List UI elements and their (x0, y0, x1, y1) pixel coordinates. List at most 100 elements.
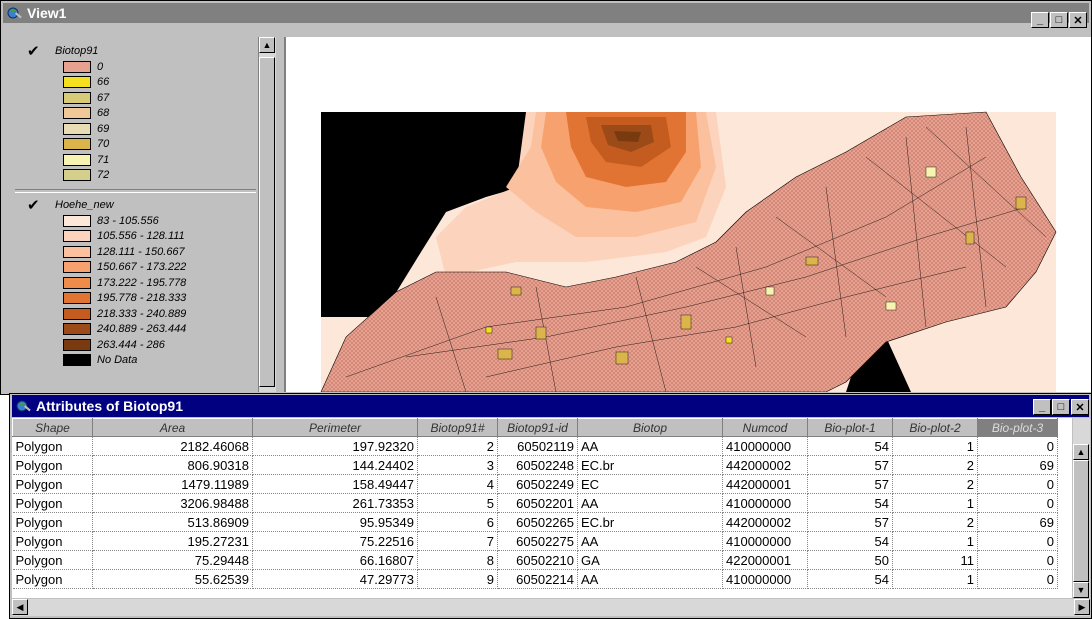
table-cell[interactable]: Polygon (12, 455, 93, 475)
table-cell[interactable]: EC.br (577, 512, 723, 532)
table-cell[interactable]: 60502249 (497, 474, 578, 494)
scroll-up-icon[interactable]: ▲ (1073, 444, 1089, 460)
column-header[interactable]: Numcod (722, 418, 808, 437)
table-cell[interactable]: 2 (892, 455, 978, 475)
table-row[interactable]: Polygon 75.29448 66.16807 8 60502210 GA 422000… (12, 550, 1058, 570)
table-cell[interactable]: AA (577, 436, 723, 456)
table-cell[interactable]: 60502210 (497, 550, 578, 570)
table-cell[interactable]: 60502275 (497, 531, 578, 551)
column-header[interactable]: Shape (12, 418, 93, 437)
table-cell[interactable]: 57 (807, 474, 893, 494)
table-cell[interactable]: 54 (807, 493, 893, 513)
table-cell[interactable]: Polygon (12, 436, 93, 456)
table-cell[interactable]: 50 (807, 550, 893, 570)
table-row[interactable]: Polygon 195.27231 75.22516 7 60502275 AA 41000… (12, 531, 1058, 551)
theme-checkbox[interactable]: ✔ (27, 196, 43, 214)
table-cell[interactable]: 3 (417, 455, 498, 475)
table-cell[interactable]: 0 (977, 493, 1058, 513)
table-row[interactable]: Polygon 1479.11989 158.49447 4 60502249 EC 442… (12, 474, 1058, 494)
theme-checkbox[interactable]: ✔ (27, 42, 43, 60)
table-cell[interactable]: 60502265 (497, 512, 578, 532)
table-cell[interactable]: 158.49447 (252, 474, 418, 494)
table-cell[interactable]: 2182.46068 (92, 436, 253, 456)
table-cell[interactable]: EC (577, 474, 723, 494)
column-header[interactable]: Perimeter (252, 418, 418, 437)
table-cell[interactable]: AA (577, 493, 723, 513)
scroll-left-icon[interactable]: ◀ (12, 599, 28, 615)
table-cell[interactable]: 54 (807, 569, 893, 589)
table-cell[interactable]: 54 (807, 436, 893, 456)
table-cell[interactable]: AA (577, 569, 723, 589)
table-cell[interactable]: GA (577, 550, 723, 570)
column-header[interactable]: Biotop91-id (497, 418, 578, 437)
map-canvas[interactable] (284, 37, 1091, 392)
attribute-table[interactable]: Shape Area Perimeter Biotop91# Biotop91-id Bi… (12, 418, 1058, 589)
table-cell[interactable]: 6 (417, 512, 498, 532)
table-cell[interactable]: 57 (807, 512, 893, 532)
table-cell[interactable]: AA (577, 531, 723, 551)
table-cell[interactable]: 95.95349 (252, 512, 418, 532)
view-titlebar[interactable]: View1 (3, 3, 1089, 23)
table-row[interactable]: Polygon 3206.98488 261.73353 5 60502201 AA 410… (12, 493, 1058, 513)
table-cell[interactable]: 144.24402 (252, 455, 418, 475)
table-cell[interactable]: 1479.11989 (92, 474, 253, 494)
table-cell[interactable]: 442000002 (722, 512, 808, 532)
column-header[interactable]: Biotop (577, 418, 723, 437)
table-row[interactable]: Polygon 806.90318 144.24402 3 60502248 EC.br 4… (12, 455, 1058, 475)
table-cell[interactable]: 513.86909 (92, 512, 253, 532)
table-cell[interactable]: 7 (417, 531, 498, 551)
table-cell[interactable]: 69 (977, 512, 1058, 532)
table-horizontal-scrollbar[interactable]: ◀ ▶ (12, 599, 1090, 616)
table-cell[interactable]: 54 (807, 531, 893, 551)
scroll-thumb[interactable] (259, 57, 275, 387)
table-cell[interactable]: 3206.98488 (92, 493, 253, 513)
table-cell[interactable]: 75.22516 (252, 531, 418, 551)
table-cell[interactable]: 47.29773 (252, 569, 418, 589)
scroll-thumb[interactable] (1073, 460, 1089, 582)
column-header[interactable]: Bio-plot-2 (892, 418, 978, 437)
table-cell[interactable]: 410000000 (722, 569, 808, 589)
table-cell[interactable]: 1 (892, 569, 978, 589)
table-cell[interactable]: 75.29448 (92, 550, 253, 570)
table-cell[interactable]: 2 (417, 436, 498, 456)
table-row[interactable]: Polygon 2182.46068 197.92320 2 60502119 AA 410… (12, 436, 1058, 456)
minimize-icon[interactable]: _ (1031, 12, 1049, 28)
table-cell[interactable]: 1 (892, 436, 978, 456)
table-cell[interactable]: 55.62539 (92, 569, 253, 589)
attributes-titlebar[interactable]: Attributes of Biotop91 (12, 395, 1089, 417)
table-cell[interactable]: 195.27231 (92, 531, 253, 551)
table-cell[interactable]: 1 (892, 531, 978, 551)
table-cell[interactable]: 410000000 (722, 493, 808, 513)
table-cell[interactable]: 8 (417, 550, 498, 570)
table-row[interactable]: Polygon 55.62539 47.29773 9 60502214 AA 410000… (12, 569, 1058, 589)
column-header[interactable]: Bio-plot-3 (977, 418, 1058, 437)
legend-scrollbar[interactable]: ▲ (258, 37, 276, 392)
table-cell[interactable]: 0 (977, 550, 1058, 570)
table-cell[interactable]: 69 (977, 455, 1058, 475)
table-cell[interactable]: Polygon (12, 531, 93, 551)
table-cell[interactable]: 1 (892, 493, 978, 513)
column-header[interactable]: Bio-plot-1 (807, 418, 893, 437)
table-cell[interactable]: 261.73353 (252, 493, 418, 513)
table-cell[interactable]: 57 (807, 455, 893, 475)
maximize-icon[interactable]: □ (1052, 399, 1070, 415)
table-cell[interactable]: 410000000 (722, 436, 808, 456)
table-cell[interactable]: 4 (417, 474, 498, 494)
table-cell[interactable]: 60502248 (497, 455, 578, 475)
table-cell[interactable]: 410000000 (722, 531, 808, 551)
close-icon[interactable]: ✕ (1071, 399, 1089, 415)
table-cell[interactable]: 2 (892, 512, 978, 532)
table-vertical-scrollbar[interactable]: ▲ ▼ (1073, 418, 1090, 598)
table-cell[interactable]: 0 (977, 474, 1058, 494)
table-cell[interactable]: 0 (977, 436, 1058, 456)
table-cell[interactable]: EC.br (577, 455, 723, 475)
table-cell[interactable]: 66.16807 (252, 550, 418, 570)
column-header[interactable]: Area (92, 418, 253, 437)
table-cell[interactable]: 60502214 (497, 569, 578, 589)
maximize-icon[interactable]: □ (1050, 12, 1068, 28)
table-cell[interactable]: Polygon (12, 493, 93, 513)
legend-theme[interactable]: ✔ Biotop91 (15, 42, 256, 60)
table-row[interactable]: Polygon 513.86909 95.95349 6 60502265 EC.br 44… (12, 512, 1058, 532)
minimize-icon[interactable]: _ (1033, 399, 1051, 415)
scroll-down-icon[interactable]: ▼ (1073, 582, 1089, 598)
